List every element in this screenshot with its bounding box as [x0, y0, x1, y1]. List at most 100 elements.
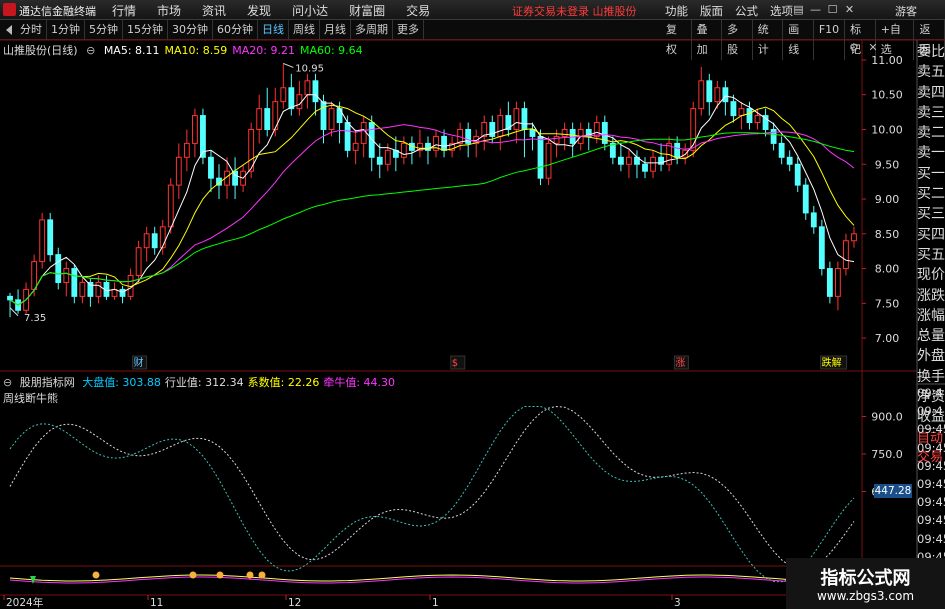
price-axis-label: 10.50: [871, 89, 903, 102]
quote-label-8: 买三: [917, 206, 945, 223]
candle-body: [320, 101, 327, 130]
candle-body: [400, 142, 407, 158]
ma20-line: [9, 124, 855, 306]
high-label: 10.95: [295, 63, 324, 74]
candle-body: [7, 295, 13, 301]
candle-body: [143, 233, 150, 249]
candle-body: [746, 108, 753, 124]
price-axis-label: 11.00: [871, 54, 903, 67]
candle-body: [617, 156, 624, 165]
candle-body: [794, 163, 801, 186]
price-axis-label: 9.00: [875, 193, 900, 206]
time-label-5: 09:45: [917, 476, 945, 491]
candle-body: [826, 268, 833, 297]
indicator-name[interactable]: 股朋指标网: [20, 376, 75, 389]
band-marker: [258, 571, 266, 579]
indicator-line-1: [9, 406, 855, 583]
indicator-value-1: 行业值: 312.34: [164, 376, 244, 389]
high-pointer: [283, 62, 294, 68]
quote-label-5: 卖一: [917, 145, 945, 162]
price-axis-label: 10.00: [871, 123, 903, 136]
event-marker-label: 跌解: [822, 356, 842, 369]
band-marker: [246, 571, 254, 579]
price-axis-label: 8.00: [875, 263, 900, 276]
indicator-header: ⊖ 股朋指标网 大盘值: 303.88 行业值: 312.34 系数值: 22.26…: [3, 374, 399, 390]
event-marker-label: 财: [134, 356, 144, 369]
date-axis-label: 1: [432, 597, 439, 609]
quote-label-6: 买一: [917, 165, 945, 182]
time-labels: 09:4 09:4 09:45 09:45 09:45 09:45 09:45 09:45 09…: [917, 384, 945, 584]
price-axis-label: 7.50: [875, 297, 900, 310]
candle-body: [730, 101, 737, 117]
ma60-line: [9, 132, 855, 306]
candle-body: [63, 268, 70, 283]
stock-name-label: 山推股份(日线): [3, 44, 78, 57]
quote-label-11: 现价: [917, 267, 945, 284]
candle-body: [304, 80, 311, 96]
quote-label-14: 总量: [917, 328, 945, 345]
time-label-1: 09:4: [917, 404, 943, 419]
candle-body: [650, 156, 656, 172]
time-label-2: 09:45: [917, 422, 945, 437]
candle-body: [569, 128, 576, 144]
quote-label-2: 卖四: [917, 84, 945, 101]
indicator-value-2: 系数值: 22.26: [247, 376, 320, 389]
settings-icon[interactable]: ⚙: [849, 41, 859, 54]
candle-body: [264, 108, 271, 130]
candle-body: [851, 233, 857, 242]
candle-body: [31, 261, 38, 290]
ma-toggle-icon[interactable]: ⊖: [86, 44, 95, 57]
indicator-axis-label: 900.0: [871, 411, 903, 424]
candle-body: [288, 87, 295, 110]
candle-body: [167, 184, 174, 228]
date-axis-label: 2024年: [6, 596, 43, 609]
candle-body: [834, 268, 841, 297]
candle-body: [280, 87, 287, 103]
close-panel-icon[interactable]: ✕: [868, 41, 877, 54]
chart-canvas[interactable]: 11.00 10.50 10.00 9.50 9.00 8.50 8.00 7.50 7.00 1…: [0, 0, 945, 609]
candle-body: [312, 80, 319, 103]
price-axis-label: 8.50: [875, 228, 900, 241]
time-label-0: 09:4: [917, 386, 943, 400]
indicator-toggle-icon[interactable]: ⊖: [3, 376, 12, 389]
candle-body: [191, 115, 198, 144]
quote-label-13: 涨幅: [917, 307, 945, 324]
candle-body: [135, 247, 142, 277]
candle-body: [360, 122, 367, 144]
candle-body: [545, 142, 552, 179]
indicator-value-0: 大盘值: 303.88: [82, 376, 161, 389]
candle-body: [802, 184, 809, 214]
watermark-url: www.zbgs3.com: [816, 589, 915, 603]
candle-body: [183, 142, 190, 158]
candle-body: [119, 288, 126, 297]
candle-body: [786, 156, 793, 165]
ma-value-3: MA60: 9.64: [299, 44, 363, 57]
quote-label-12: 涨跌: [917, 287, 945, 304]
band-marker: [92, 571, 100, 579]
watermark: 指标公式网 www.zbgs3.com: [786, 558, 945, 609]
price-axis-label: 7.00: [875, 332, 900, 345]
indicator-value-3: 牵牛值: 44.30: [323, 376, 396, 389]
candle-body: [376, 156, 383, 165]
band-marker: [189, 571, 197, 579]
ma-value-1: MA10: 8.59: [164, 44, 228, 57]
time-label-8: 09:45: [917, 531, 945, 546]
candle-body: [770, 128, 777, 144]
candle-body: [714, 87, 721, 103]
candle-body: [47, 219, 54, 256]
ma-value-2: MA20: 9.21: [232, 44, 295, 57]
candle-body: [778, 142, 785, 158]
candle-body: [39, 219, 46, 263]
candle-body: [843, 240, 849, 270]
quote-label-4: 卖二: [917, 125, 945, 142]
low-label: 7.35: [24, 313, 46, 324]
candle-body: [513, 108, 520, 130]
candle-body: [537, 135, 544, 179]
candle-body: [441, 135, 447, 151]
candle-body: [722, 87, 729, 103]
candle-body: [561, 128, 568, 137]
date-axis-label: 3: [674, 597, 681, 609]
candle-body: [79, 281, 86, 297]
time-label-6: 09:45: [917, 495, 945, 510]
candle-body: [328, 108, 335, 130]
